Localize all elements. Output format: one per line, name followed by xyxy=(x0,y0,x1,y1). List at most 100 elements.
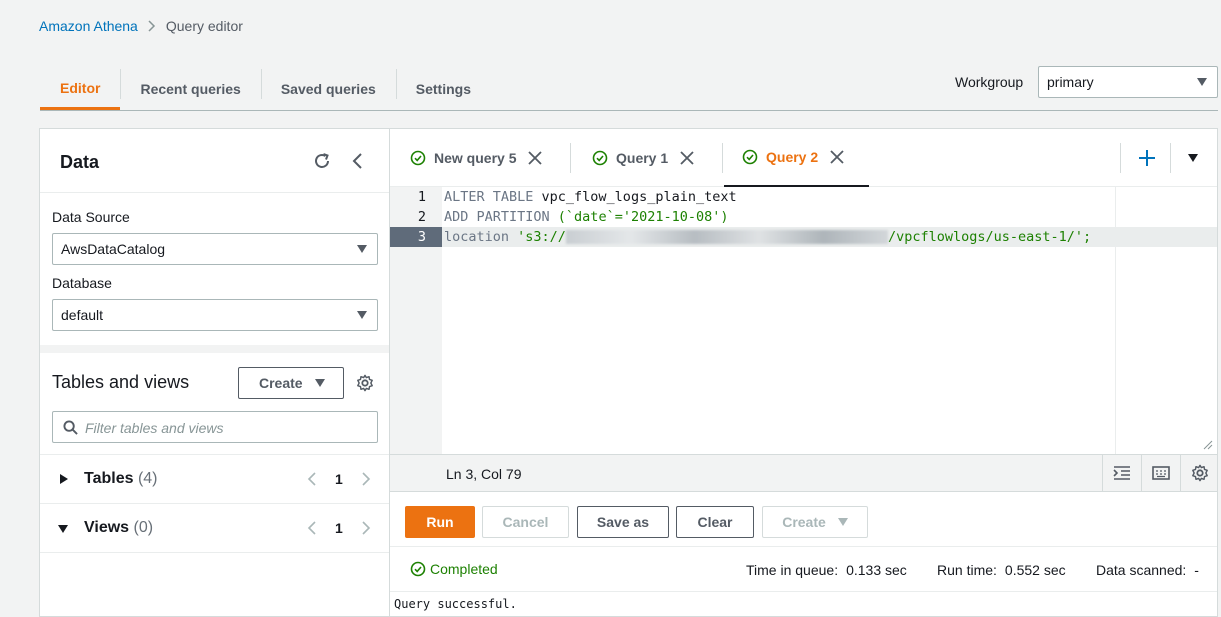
chevron-right-icon[interactable] xyxy=(360,520,372,535)
data-scanned-label: Data scanned: xyxy=(1096,562,1187,578)
tab-divider xyxy=(1170,143,1171,173)
code-line[interactable]: 2 ADD PARTITION (`date`='2021-10-08') xyxy=(390,207,1217,227)
query-tab-label: New query 5 xyxy=(434,150,517,166)
check-circle-icon xyxy=(592,150,608,166)
data-scanned: Data scanned: - xyxy=(1096,562,1199,578)
query-tabs: New query 5 Query 1 Query 2 xyxy=(390,129,1217,187)
data-source-label: Data Source xyxy=(52,209,130,225)
tables-page-number[interactable]: 1 xyxy=(335,471,343,487)
chevron-left-icon[interactable] xyxy=(348,151,368,171)
breadcrumb-query-editor: Query editor xyxy=(165,18,243,34)
editor-status-bar: Ln 3, Col 79 xyxy=(390,454,1217,492)
query-tab-query-1[interactable]: Query 1 xyxy=(592,129,694,187)
data-source-select[interactable]: AwsDataCatalog xyxy=(52,233,378,265)
line-number: 1 xyxy=(417,189,426,205)
workgroup-select[interactable]: primary xyxy=(1038,66,1218,98)
line-number: 3 xyxy=(390,227,442,247)
database-value: default xyxy=(61,307,104,323)
filter-tables-field[interactable] xyxy=(85,418,365,438)
caret-down-icon[interactable] xyxy=(58,525,68,533)
check-circle-icon xyxy=(410,561,426,577)
database-select[interactable]: default xyxy=(52,299,378,331)
views-label-text: Views xyxy=(84,518,130,536)
top-tabs: Editor Recent queries Saved queries Sett… xyxy=(40,68,491,110)
data-panel-title: Data xyxy=(60,152,100,172)
tables-count: (4) xyxy=(137,469,158,487)
tabs-divider xyxy=(40,110,1218,111)
workgroup-label: Workgroup xyxy=(955,74,1024,90)
code-line[interactable]: 1 ALTER TABLE vpc_flow_logs_plain_text xyxy=(390,187,1217,207)
refresh-icon[interactable] xyxy=(312,151,332,171)
gear-icon[interactable] xyxy=(1180,455,1219,491)
chevron-left-icon[interactable] xyxy=(306,471,318,486)
views-tree-row[interactable]: Views (0) 1 xyxy=(40,503,389,551)
query-tab-new-query-5[interactable]: New query 5 xyxy=(410,129,543,187)
format-query-icon[interactable] xyxy=(1102,455,1141,491)
close-icon[interactable] xyxy=(830,150,844,164)
data-panel: Data Data Source AwsDataCatalog Database… xyxy=(39,128,389,617)
create-button-label: Create xyxy=(259,375,303,391)
tables-label-text: Tables xyxy=(84,469,134,487)
tree-bottom-border xyxy=(40,552,389,553)
redacted-bucket-name xyxy=(565,230,888,244)
cursor-position: Ln 3, Col 79 xyxy=(446,466,522,482)
data-panel-header: Data xyxy=(40,129,389,193)
caret-down-icon xyxy=(357,311,367,319)
workgroup-value: primary xyxy=(1047,74,1094,90)
tables-pagination: 1 xyxy=(306,471,372,487)
filter-tables-input[interactable] xyxy=(52,411,378,443)
sql-string-start: 's3:// xyxy=(509,229,566,245)
data-source-value: AwsDataCatalog xyxy=(61,241,166,257)
run-time: Run time: 0.552 sec xyxy=(937,562,1066,578)
views-pagination: 1 xyxy=(306,520,372,536)
plus-icon[interactable] xyxy=(1138,149,1156,167)
run-button[interactable]: Run xyxy=(405,506,475,538)
code-text: ADD PARTITION (`date`='2021-10-08') xyxy=(444,207,728,227)
query-tab-label: Query 1 xyxy=(616,150,669,166)
clear-button[interactable]: Clear xyxy=(676,506,754,538)
tab-recent-queries[interactable]: Recent queries xyxy=(120,68,260,110)
chevron-right-icon xyxy=(148,20,156,32)
caret-right-icon[interactable] xyxy=(60,474,68,484)
cancel-button[interactable]: Cancel xyxy=(482,506,569,538)
athena-query-editor-page: Amazon Athena Query editor Editor Recent… xyxy=(0,0,1221,617)
chevron-left-icon[interactable] xyxy=(306,520,318,535)
tab-settings[interactable]: Settings xyxy=(395,68,491,110)
query-tab-label: Query 2 xyxy=(766,149,819,165)
gear-icon[interactable] xyxy=(356,374,374,392)
tab-editor[interactable]: Editor xyxy=(40,68,121,110)
resize-handle-icon[interactable] xyxy=(1203,440,1213,450)
sql-keyword: ADD PARTITION xyxy=(444,209,550,225)
data-scanned-value: - xyxy=(1194,562,1199,578)
caret-down-icon[interactable] xyxy=(1188,154,1198,162)
breadcrumb-amazon-athena[interactable]: Amazon Athena xyxy=(39,18,138,34)
chevron-right-icon[interactable] xyxy=(360,471,372,486)
views-label: Views (0) xyxy=(84,519,153,537)
query-result-summary: Completed Time in queue: 0.133 sec Run ti… xyxy=(390,547,1217,591)
tab-divider xyxy=(570,143,571,173)
sql-editor[interactable]: 1 ALTER TABLE vpc_flow_logs_plain_text 2… xyxy=(390,187,1217,454)
code-line-active[interactable]: 3 location 's3:// /vpcflowlogs/us-east-1/… xyxy=(390,227,1217,247)
code-text: ALTER TABLE vpc_flow_logs_plain_text xyxy=(444,187,737,207)
tab-divider xyxy=(1120,143,1121,173)
tab-saved-queries[interactable]: Saved queries xyxy=(260,68,396,110)
create-dropdown-button[interactable]: Create xyxy=(762,506,868,538)
result-message: Query successful. xyxy=(390,591,1217,617)
close-icon[interactable] xyxy=(528,151,543,165)
code-text: location 's3:// /vpcflowlogs/us-east-1/'; xyxy=(444,227,1091,247)
caret-down-icon xyxy=(315,379,325,387)
breadcrumb: Amazon Athena Query editor xyxy=(39,18,243,34)
close-icon[interactable] xyxy=(680,151,694,165)
sql-keyword: location xyxy=(444,229,510,245)
section-divider xyxy=(40,345,389,353)
caret-down-icon xyxy=(357,245,367,253)
check-circle-icon xyxy=(742,149,758,165)
save-as-button[interactable]: Save as xyxy=(577,506,669,538)
time-in-queue: Time in queue: 0.133 sec xyxy=(746,562,907,578)
tables-tree-row[interactable]: Tables (4) 1 xyxy=(40,454,389,502)
query-tab-query-2[interactable]: Query 2 xyxy=(724,129,869,187)
check-circle-icon xyxy=(410,150,426,166)
create-button[interactable]: Create xyxy=(238,367,344,399)
keyboard-icon[interactable] xyxy=(1141,455,1180,491)
views-page-number[interactable]: 1 xyxy=(335,520,343,536)
